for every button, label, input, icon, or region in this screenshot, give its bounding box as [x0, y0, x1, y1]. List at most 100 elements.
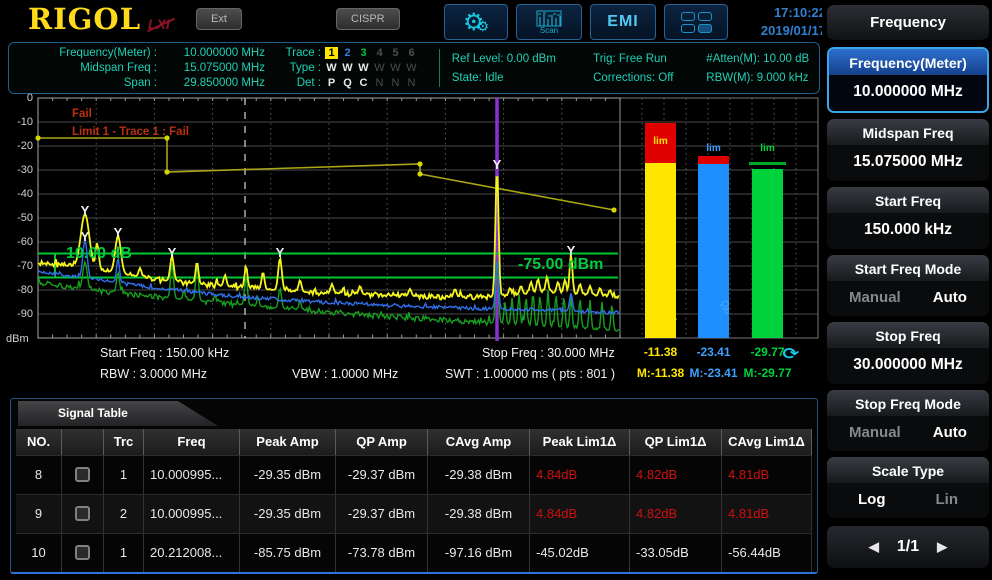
table-cell: 9 — [16, 495, 62, 533]
meter-max-cavg: M:-29.77 — [740, 366, 796, 380]
table-cell: -56.44dB — [722, 534, 812, 572]
peak-marker-icon: Y — [81, 229, 90, 244]
table-cell: 20.212008... — [144, 534, 240, 572]
col-header-Freq: Freq — [144, 429, 240, 455]
table-cell: 4.84dB — [530, 495, 630, 533]
meter-value-qp: -23.41 — [686, 345, 742, 359]
rbw-meter-text: RBW(M): 9.000 kHz — [706, 69, 819, 87]
meter-value-peak: -11.38 — [633, 345, 689, 359]
page-indicator: 1/1 — [897, 538, 919, 556]
trace-type-3: W — [357, 62, 370, 74]
meter-max-peak: M:-11.38 — [633, 366, 689, 380]
table-cell: 4.84dB — [530, 456, 630, 494]
swt-text: SWT : 1.00000 ms ( pts : 801 ) — [445, 367, 615, 381]
emi-label: EMI — [607, 13, 638, 31]
midspan-value: 15.075000 MHz — [157, 62, 265, 74]
y-label-0: 0 — [0, 92, 33, 104]
window-layout-icon — [681, 12, 712, 33]
option-log[interactable]: Log — [858, 491, 886, 508]
softkey-start-freq-mode[interactable]: Start Freq ModeManualAuto — [827, 255, 989, 316]
trace-number-5[interactable]: 5 — [389, 47, 402, 59]
table-cell: -29.37 dBm — [336, 456, 428, 494]
trace-det-label: Det : — [277, 77, 321, 89]
scan-label: Scan — [540, 26, 558, 35]
table-cell: 1 — [104, 456, 144, 494]
measurement-info-bar: Frequency(Meter) :10.000000 MHz Midspan … — [8, 42, 820, 94]
trace-yellow — [38, 177, 619, 299]
ext-button[interactable]: Ext — [196, 8, 242, 30]
option-manual[interactable]: Manual — [849, 424, 901, 441]
page-next-button[interactable]: ▶ — [937, 539, 947, 555]
softkey-midspan-freq[interactable]: Midspan Freq15.075000 MHz — [827, 119, 989, 181]
softkey-value: 150.000 kHz — [827, 213, 989, 249]
window-layout-button[interactable] — [664, 4, 728, 40]
lim-label-cavg: lim — [752, 143, 783, 154]
refresh-icon[interactable]: ⟳ — [782, 344, 799, 363]
option-auto[interactable]: Auto — [933, 424, 967, 441]
softkey-label: Stop Freq Mode — [827, 390, 989, 416]
y-label--40: -40 — [0, 188, 33, 200]
checkbox-cell — [62, 534, 104, 572]
trace-info: Trace :123456 Type :WWWWWW Det :PQCNNN — [265, 43, 435, 93]
meter-bar-qp: limQP — [698, 95, 729, 345]
trace-number-2[interactable]: 2 — [341, 47, 354, 59]
corrections-text: Corrections: Off — [593, 69, 698, 87]
softkey-frequency-meter-[interactable]: Frequency(Meter)10.000000 MHz — [827, 47, 989, 113]
softkey-label: Scale Type — [827, 457, 989, 483]
y-label--80: -80 — [0, 284, 33, 296]
frequency-info: Frequency(Meter) :10.000000 MHz Midspan … — [9, 43, 265, 93]
row-checkbox[interactable] — [75, 545, 90, 560]
trace-type-5: W — [389, 62, 402, 74]
trace-type-1: W — [325, 62, 338, 74]
table-cell: 4.82dB — [630, 495, 722, 533]
trace-det-2: Q — [341, 77, 354, 89]
softkey-stop-freq[interactable]: Stop Freq30.000000 MHz — [827, 322, 989, 384]
vbw-text: VBW : 1.0000 MHz — [292, 367, 398, 381]
table-cell: 2 — [104, 495, 144, 533]
rbw-text: RBW : 3.0000 MHz — [100, 367, 207, 381]
table-cell: -97.16 dBm — [428, 534, 530, 572]
y-label--70: -70 — [0, 260, 33, 272]
detector-label-cavg: CAvg — [773, 300, 784, 326]
info-divider — [439, 49, 440, 87]
trace-number-4[interactable]: 4 — [373, 47, 386, 59]
emi-mode-button[interactable]: EMI — [590, 4, 656, 40]
softkey-stop-freq-mode[interactable]: Stop Freq Mode Manual Auto — [827, 390, 989, 451]
sweep-info: Start Freq : 150.00 kHz RBW : 3.0000 MHz… — [0, 341, 822, 397]
trace-number-3[interactable]: 3 — [357, 47, 370, 59]
cispr-button[interactable]: CISPR — [336, 8, 400, 30]
col-header-CAvg Lim1Δ: CAvg Lim1Δ — [722, 429, 812, 455]
page-prev-button[interactable]: ◀ — [869, 539, 879, 555]
row-checkbox[interactable] — [75, 506, 90, 521]
menu-title[interactable]: Frequency — [827, 5, 989, 40]
table-cell: 10.000995... — [144, 456, 240, 494]
system-settings-button[interactable]: ⚙⚙ — [444, 4, 508, 40]
scan-icon — [536, 10, 562, 27]
softkey-start-freq[interactable]: Start Freq150.000 kHz — [827, 187, 989, 249]
softkey-label: Start Freq — [827, 187, 989, 213]
signal-row-8[interactable]: 8110.000995...-29.35 dBm-29.37 dBm-29.38… — [16, 455, 812, 494]
table-cell: -29.35 dBm — [240, 495, 336, 533]
col-header-select — [62, 429, 104, 455]
row-checkbox[interactable] — [75, 467, 90, 482]
option-lin[interactable]: Lin — [936, 491, 959, 508]
option-manual[interactable]: Manual — [849, 289, 901, 306]
trace-number-6[interactable]: 6 — [405, 47, 418, 59]
signal-row-9[interactable]: 9210.000995...-29.35 dBm-29.37 dBm-29.38… — [16, 494, 812, 533]
signal-row-10[interactable]: 10120.212008...-85.75 dBm-73.78 dBm-97.1… — [16, 533, 812, 572]
scan-button[interactable]: Scan — [516, 4, 582, 40]
signal-table-tab[interactable]: Signal Table — [18, 401, 218, 426]
topbar: RIGOL LXI Ext CISPR ⚙⚙ Scan EMI 17:10:22… — [0, 0, 822, 42]
meter-bar-peak: limPeak — [645, 95, 676, 345]
limit-fail-text: Limit 1 - Trace 1 : Fail — [72, 126, 189, 138]
limit-delta-label: 10.00 dB — [66, 245, 132, 263]
detector-label-peak: Peak — [666, 300, 677, 323]
trace-number-1[interactable]: 1 — [325, 47, 338, 59]
softkey-scale-type[interactable]: Scale Type Log Lin — [827, 457, 989, 518]
freq-meter-value: 10.000000 MHz — [157, 47, 265, 59]
softkey-menu: Frequency Frequency(Meter)10.000000 MHzM… — [822, 0, 992, 580]
trace-type-2: W — [341, 62, 354, 74]
signal-table-panel: Signal Table NO.TrcFreqPeak AmpQP AmpCAv… — [10, 398, 818, 574]
state-text: State: Idle — [452, 69, 585, 87]
option-auto[interactable]: Auto — [933, 289, 967, 306]
